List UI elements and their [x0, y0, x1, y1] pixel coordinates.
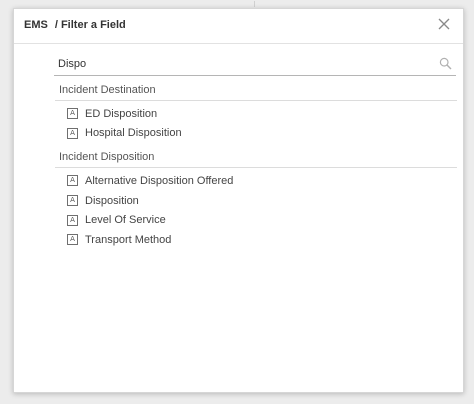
- close-icon: [438, 18, 450, 30]
- text-field-type-icon: A: [67, 175, 78, 187]
- breadcrumb: / Filter a Field: [54, 19, 126, 31]
- background-divider: [254, 1, 255, 7]
- field-item-label: Transport Method: [85, 233, 172, 246]
- text-field-type-icon: A: [67, 195, 78, 207]
- group-header: Incident Disposition: [55, 148, 457, 169]
- text-field-type-icon: A: [67, 214, 78, 226]
- header-divider: [14, 43, 463, 44]
- field-item-label: Alternative Disposition Offered: [85, 174, 234, 187]
- field-item-ed-disposition[interactable]: A ED Disposition: [55, 104, 457, 124]
- filter-field-dialog: EMS / Filter a Field Incident Destinatio…: [13, 8, 464, 393]
- field-item-disposition[interactable]: A Disposition: [55, 191, 457, 211]
- search-input[interactable]: [54, 53, 428, 75]
- search-field: [54, 53, 456, 76]
- results-list: Incident Destination A ED Disposition A …: [55, 81, 457, 255]
- field-item-label: Hospital Disposition: [85, 127, 182, 140]
- field-item-label: Disposition: [85, 194, 139, 207]
- field-item-label: Level Of Service: [85, 214, 166, 227]
- close-button[interactable]: [437, 17, 451, 31]
- group-header: Incident Destination: [55, 81, 457, 101]
- search-icon[interactable]: [439, 57, 452, 70]
- text-field-type-icon: A: [67, 108, 78, 120]
- group-items: A Alternative Disposition Offered A Disp…: [55, 168, 457, 249]
- text-field-type-icon: A: [67, 234, 78, 246]
- field-item-level-of-service[interactable]: A Level Of Service: [55, 210, 457, 230]
- field-item-alternative-disposition-offered[interactable]: A Alternative Disposition Offered: [55, 171, 457, 191]
- field-item-label: ED Disposition: [85, 107, 158, 120]
- field-item-transport-method[interactable]: A Transport Method: [55, 230, 457, 250]
- dialog-header: EMS / Filter a Field: [14, 9, 463, 41]
- group-items: A ED Disposition A Hospital Disposition: [55, 101, 457, 143]
- text-field-type-icon: A: [67, 127, 78, 139]
- result-group: Incident Disposition A Alternative Dispo…: [55, 148, 457, 249]
- field-item-hospital-disposition[interactable]: A Hospital Disposition: [55, 124, 457, 144]
- result-group: Incident Destination A ED Disposition A …: [55, 81, 457, 143]
- app-name: EMS: [24, 19, 48, 31]
